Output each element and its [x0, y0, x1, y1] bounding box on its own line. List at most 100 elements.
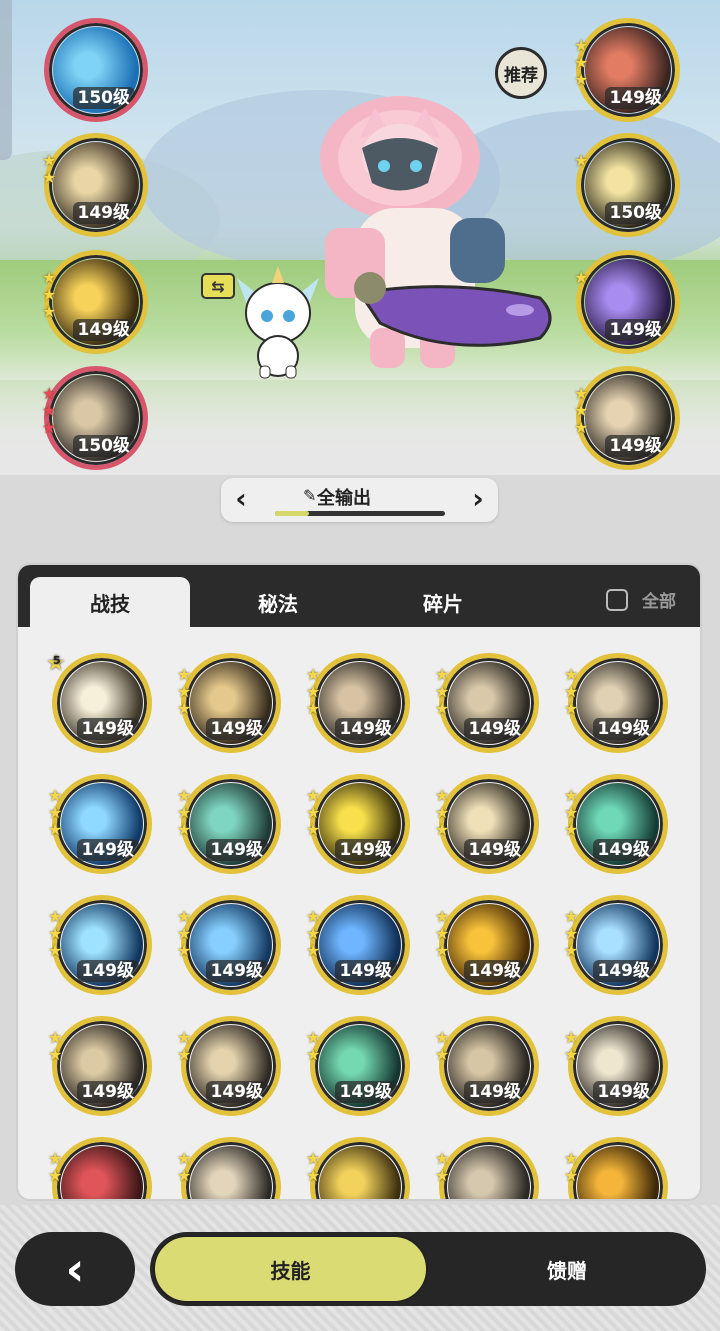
skill-orb[interactable]: 149级 [576, 366, 680, 470]
skill-orb[interactable] [310, 1137, 410, 1199]
skill-orb[interactable]: 149级 [568, 895, 668, 995]
skill-card[interactable]: 149级 ★ ★ ★ [564, 649, 668, 753]
star-icon: ★ [435, 682, 450, 701]
all-label[interactable]: 全部 [642, 587, 676, 612]
swap-pet-button[interactable]: ⇆ [201, 273, 235, 299]
skill-orb[interactable]: 149级 [439, 653, 539, 753]
tab-combat-skill[interactable]: 战技 [30, 577, 190, 627]
skill-card[interactable]: 149级 ★ ★ [48, 1012, 152, 1116]
equipped-skill-slot[interactable]: 149级 ★ ★ ★ [574, 18, 680, 122]
skill-orb[interactable]: 149级 [181, 653, 281, 753]
skill-card[interactable]: 149级 ★ ★ ★ [435, 649, 539, 753]
skill-orb[interactable]: 149级 [439, 774, 539, 874]
skill-card[interactable]: 149级 ★ ★ [435, 1012, 539, 1116]
skill-card[interactable]: 149级 ★ ★ ★ [48, 770, 152, 874]
skill-orb[interactable]: 149级 [181, 895, 281, 995]
equipped-skill-slot[interactable]: 149级 ★ ★ [42, 133, 148, 237]
skill-card[interactable]: ★ ★ [177, 1133, 281, 1199]
skill-orb[interactable]: 149级 [310, 1016, 410, 1116]
pet-character[interactable] [232, 258, 324, 380]
skill-orb[interactable]: 149级 [181, 774, 281, 874]
skill-card[interactable]: 149级 ★ ★ ★ [306, 891, 410, 995]
skill-card[interactable]: 149级 ★ ★ ★ [177, 649, 281, 753]
skill-orb[interactable]: 149级 [44, 133, 148, 237]
tab-skills[interactable]: 技能 [153, 1235, 428, 1303]
skill-orb[interactable]: 149级 [576, 18, 680, 122]
equipped-skill-slot[interactable]: 149级 ★ [574, 250, 680, 354]
equipped-skill-slot[interactable]: 149级 ★ ★ ★ [574, 366, 680, 470]
skill-orb[interactable]: 150级 [576, 133, 680, 237]
level-label: 149级 [463, 718, 526, 740]
star-icon: ★ [435, 924, 450, 943]
build-name[interactable]: 全输出 [317, 484, 427, 510]
star-icon: ★ [574, 384, 589, 403]
skill-orb[interactable]: 149级 [310, 895, 410, 995]
level-label: 149级 [463, 1081, 526, 1103]
equipped-skill-slot[interactable]: 149级 ★ ★ ★ [42, 250, 148, 354]
skill-orb[interactable]: 149级 [310, 774, 410, 874]
star-icon: ★ [42, 168, 57, 187]
skill-card[interactable]: 149级 ★ ★ ★ [48, 891, 152, 995]
chevron-right-icon[interactable]: › [466, 485, 490, 514]
skill-card[interactable]: 149级 ★ ★ ★ [435, 770, 539, 874]
skill-orb[interactable]: 150级 [44, 18, 148, 122]
tab-secret-art[interactable]: 秘法 [198, 577, 358, 627]
skill-orb[interactable]: 149级 [44, 250, 148, 354]
hero-character[interactable] [300, 88, 560, 378]
skill-orb[interactable] [52, 1137, 152, 1199]
level-label: 149级 [463, 839, 526, 861]
skill-card[interactable]: ★ ★ [306, 1133, 410, 1199]
skill-orb[interactable]: 149级 [310, 653, 410, 753]
skill-card[interactable]: ★ ★ [435, 1133, 539, 1199]
skill-panel: 战技 秘法 碎片 全部 149级 ★ 5 149级 ★ ★ ★ 149级 ★ ★ ★ 149级 ★ ★ ★ 1… [16, 563, 702, 1201]
star-icon: ★ [435, 1045, 450, 1064]
star-icon: ★ [564, 907, 579, 926]
back-button[interactable]: ‹ [15, 1232, 135, 1306]
skill-card[interactable]: 149级 ★ ★ ★ [435, 891, 539, 995]
skill-card[interactable]: 149级 ★ 5 [46, 649, 152, 753]
all-checkbox[interactable] [606, 589, 628, 611]
skill-card[interactable]: 149级 ★ ★ ★ [306, 770, 410, 874]
skill-orb[interactable]: 149级 [52, 774, 152, 874]
skill-card[interactable]: 149级 ★ ★ ★ [177, 770, 281, 874]
tab-fragment[interactable]: 碎片 [363, 577, 523, 627]
star-icon: ★ [306, 1166, 321, 1185]
side-edge-tab[interactable] [0, 0, 12, 160]
star-rating: ★ ★ [564, 1151, 580, 1184]
skill-card[interactable]: ★ ★ [48, 1133, 152, 1199]
skill-card[interactable]: 149级 ★ ★ [564, 1012, 668, 1116]
recommend-button[interactable]: 推荐 [495, 47, 547, 99]
star-icon: ★ [177, 820, 192, 839]
skill-orb[interactable]: 149级 [568, 1016, 668, 1116]
skill-orb[interactable]: 149级 [52, 653, 152, 753]
skill-card[interactable]: 149级 ★ ★ [177, 1012, 281, 1116]
skill-orb[interactable]: 150级 [44, 366, 148, 470]
skill-orb[interactable]: 149级 [439, 1016, 539, 1116]
skill-card[interactable]: 149级 ★ ★ [306, 1012, 410, 1116]
skill-card[interactable]: 149级 ★ ★ ★ [564, 770, 668, 874]
skill-card[interactable]: 149级 ★ ★ ★ [564, 891, 668, 995]
skill-orb[interactable]: 149级 [568, 653, 668, 753]
skill-orb[interactable]: 149级 [576, 250, 680, 354]
skill-dust-beige-icon [448, 1146, 530, 1199]
skill-orb[interactable]: 149级 [181, 1016, 281, 1116]
equipped-skill-slot[interactable]: 150级 [44, 18, 148, 122]
skill-card[interactable]: ★ ★ [564, 1133, 668, 1199]
skill-orb[interactable]: 149级 [568, 774, 668, 874]
skill-orb[interactable]: 149级 [439, 895, 539, 995]
skill-card[interactable]: 149级 ★ ★ ★ [177, 891, 281, 995]
star-rating: ★ ★ ★ [435, 788, 451, 838]
chevron-left-icon[interactable]: ‹ [229, 485, 253, 514]
equipped-skill-slot[interactable]: 150级 ★ [574, 133, 680, 237]
skill-orb[interactable]: 149级 [52, 895, 152, 995]
equipped-skill-slot[interactable]: 150级 ★ ★ ★ [42, 366, 148, 470]
skill-orb[interactable] [439, 1137, 539, 1199]
star-icon: ★ [574, 268, 589, 287]
tab-gifts[interactable]: 馈赠 [428, 1232, 706, 1306]
build-selector: ‹ ✎ 全输出 › [221, 478, 498, 522]
skill-orb[interactable] [568, 1137, 668, 1199]
star-icon: ★ [48, 1028, 63, 1047]
skill-card[interactable]: 149级 ★ ★ ★ [306, 649, 410, 753]
skill-orb[interactable] [181, 1137, 281, 1199]
skill-orb[interactable]: 149级 [52, 1016, 152, 1116]
